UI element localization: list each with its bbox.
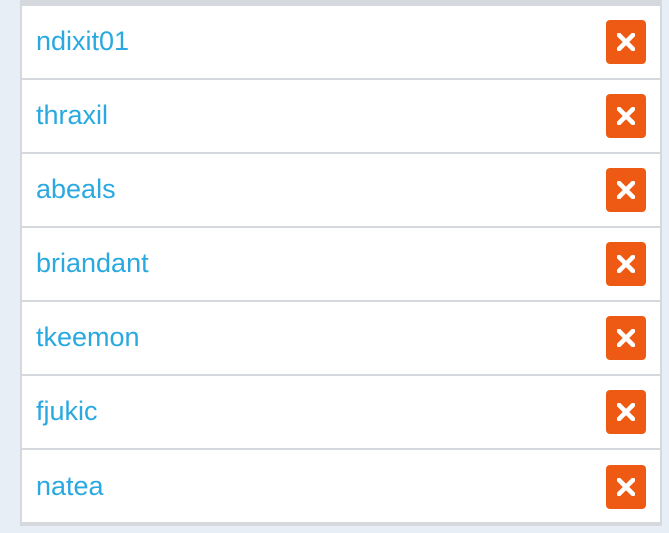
username-link[interactable]: fjukic bbox=[36, 396, 98, 427]
list-item: natea bbox=[22, 450, 660, 524]
list-item: ndixit01 bbox=[22, 6, 660, 80]
remove-user-button[interactable] bbox=[606, 168, 646, 212]
list-item: thraxil bbox=[22, 80, 660, 154]
username-link[interactable]: tkeemon bbox=[36, 322, 140, 353]
user-list: ndixit01 thraxil abeals briandant tkeemo… bbox=[20, 0, 662, 526]
list-item: tkeemon bbox=[22, 302, 660, 376]
remove-user-button[interactable] bbox=[606, 316, 646, 360]
close-icon bbox=[617, 181, 635, 199]
list-item: fjukic bbox=[22, 376, 660, 450]
close-icon bbox=[617, 107, 635, 125]
username-link[interactable]: abeals bbox=[36, 174, 116, 205]
username-link[interactable]: ndixit01 bbox=[36, 26, 129, 57]
remove-user-button[interactable] bbox=[606, 94, 646, 138]
username-link[interactable]: thraxil bbox=[36, 100, 108, 131]
remove-user-button[interactable] bbox=[606, 20, 646, 64]
remove-user-button[interactable] bbox=[606, 390, 646, 434]
close-icon bbox=[617, 403, 635, 421]
close-icon bbox=[617, 478, 635, 496]
close-icon bbox=[617, 255, 635, 273]
close-icon bbox=[617, 329, 635, 347]
list-item: briandant bbox=[22, 228, 660, 302]
close-icon bbox=[617, 33, 635, 51]
list-item: abeals bbox=[22, 154, 660, 228]
username-link[interactable]: briandant bbox=[36, 248, 149, 279]
remove-user-button[interactable] bbox=[606, 242, 646, 286]
username-link[interactable]: natea bbox=[36, 471, 104, 502]
remove-user-button[interactable] bbox=[606, 465, 646, 509]
